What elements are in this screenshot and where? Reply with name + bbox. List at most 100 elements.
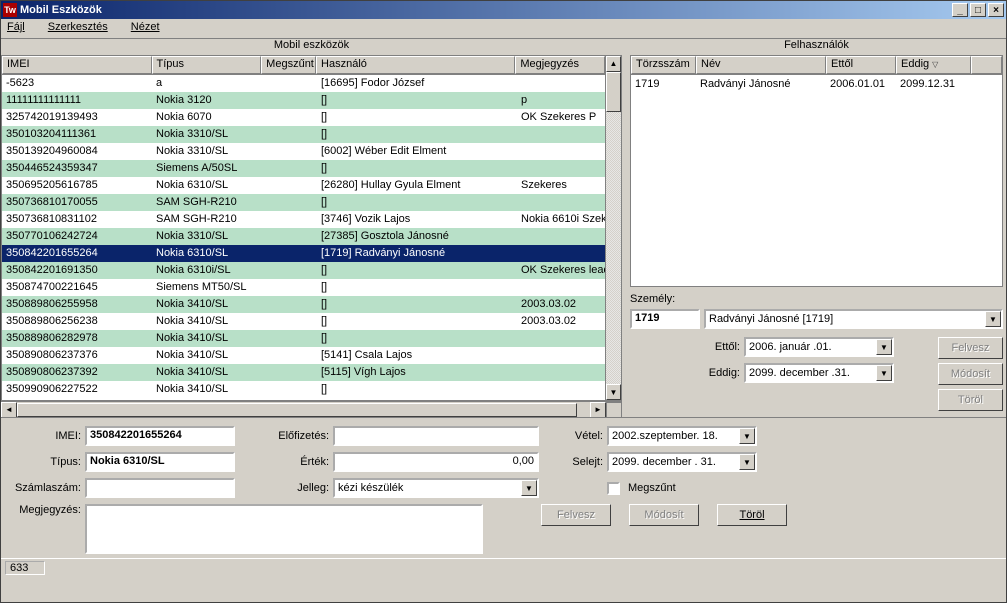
scroll-left-icon[interactable]: ◄ xyxy=(1,402,17,418)
col-from[interactable]: Ettől xyxy=(826,56,896,74)
cell-note: 2003.03.02 xyxy=(517,298,607,310)
note-label: Megjegyzés: xyxy=(11,504,81,516)
devices-hscroll[interactable]: ◄ ► xyxy=(1,401,622,417)
imei-label: IMEI: xyxy=(11,430,81,442)
table-row[interactable]: 350695205616785Nokia 6310/SL[26280] Hull… xyxy=(2,177,621,194)
cell-type: Nokia 3410/SL xyxy=(152,298,262,310)
cell-note: OK Szekeres P xyxy=(517,111,607,123)
menu-edit[interactable]: Szerkesztés xyxy=(48,21,118,33)
to-date-field[interactable]: 2099. december .31. ▼ xyxy=(744,363,894,383)
chevron-down-icon[interactable]: ▼ xyxy=(985,311,1001,327)
person-name-dropdown[interactable]: Radványi Jánosné [1719] ▼ xyxy=(704,309,1003,329)
table-row[interactable]: 350103204111361Nokia 3310/SL[] xyxy=(2,126,621,143)
person-name-value: Radványi Jánosné [1719] xyxy=(706,311,985,327)
devices-grid[interactable]: IMEI Típus Megszűnt Használó Megjegyzés … xyxy=(1,55,622,401)
col-blank xyxy=(971,56,1002,74)
buy-date-field[interactable]: 2002.szeptember. 18. ▼ xyxy=(607,426,757,446)
col-disc[interactable]: Megszűnt xyxy=(261,56,316,74)
buy-label: Vétel: xyxy=(543,430,603,442)
table-row[interactable]: 350874700221645Siemens MT50/SL[] xyxy=(2,279,621,296)
chevron-down-icon[interactable]: ▼ xyxy=(521,480,537,496)
table-row[interactable]: 350842201655264Nokia 6310/SL[1719] Radvá… xyxy=(2,245,621,262)
col-type[interactable]: Típus xyxy=(152,56,262,74)
table-row[interactable]: 1719Radványi Jánosné2006.01.012099.12.31 xyxy=(631,75,1002,92)
detail-add-button[interactable]: Felvesz xyxy=(541,504,611,526)
scroll-thumb[interactable] xyxy=(606,72,621,112)
table-row[interactable]: 350990906227522Nokia 3410/SL[] xyxy=(2,381,621,398)
cell-imei: 325742019139493 xyxy=(2,111,152,123)
maximize-button[interactable]: □ xyxy=(970,3,986,17)
user-modify-button[interactable]: Módosít xyxy=(938,363,1003,385)
from-date-value: 2006. január .01. xyxy=(746,339,876,355)
col-imei[interactable]: IMEI xyxy=(2,56,152,74)
table-row[interactable]: 350842201691350Nokia 6310i/SL[]OK Szeker… xyxy=(2,262,621,279)
cell-user: [5141] Csala Lajos xyxy=(317,349,517,361)
devices-grid-header: IMEI Típus Megszűnt Használó Megjegyzés xyxy=(2,56,621,75)
acct-field[interactable] xyxy=(85,478,235,498)
table-row[interactable]: 350770106242724Nokia 3310/SL[27385] Gosz… xyxy=(2,228,621,245)
imei-field[interactable]: 350842201655264 xyxy=(85,426,235,446)
table-row[interactable]: 350890806237376Nokia 3410/SL[5141] Csala… xyxy=(2,347,621,364)
from-date-field[interactable]: 2006. január .01. ▼ xyxy=(744,337,894,357)
type-field[interactable]: Nokia 6310/SL xyxy=(85,452,235,472)
disc-checkbox[interactable] xyxy=(607,482,620,495)
cell-to: 2099.12.31 xyxy=(896,78,971,90)
table-row[interactable]: 350139204960084Nokia 3310/SL[6002] Wéber… xyxy=(2,143,621,160)
table-row[interactable]: 350890806237392Nokia 3410/SL[5115] Vígh … xyxy=(2,364,621,381)
titlebar: Tw Mobil Eszközök _ □ × xyxy=(1,1,1006,19)
val-label: Érték: xyxy=(239,456,329,468)
cell-imei: 350103204111361 xyxy=(2,128,152,140)
table-row[interactable]: 350446524359347Siemens A/50SL[] xyxy=(2,160,621,177)
cell-user: [] xyxy=(317,111,517,123)
user-add-button[interactable]: Felvesz xyxy=(938,337,1003,359)
left-pane: Mobil eszközök IMEI Típus Megszűnt Haszn… xyxy=(1,39,622,417)
scrap-date-field[interactable]: 2099. december . 31. ▼ xyxy=(607,452,757,472)
cell-user: [] xyxy=(317,128,517,140)
hscroll-thumb[interactable] xyxy=(17,403,577,417)
kind-value: kézi készülék xyxy=(335,480,521,496)
table-row[interactable]: 325742019139493Nokia 6070[]OK Szekeres P xyxy=(2,109,621,126)
close-button[interactable]: × xyxy=(988,3,1004,17)
table-row[interactable]: 350889806256238Nokia 3410/SL[]2003.03.02 xyxy=(2,313,621,330)
val-field[interactable]: 0,00 xyxy=(333,452,539,472)
cell-imei: -5623 xyxy=(2,77,152,89)
table-row[interactable]: 350736810170055SAM SGH-R210[] xyxy=(2,194,621,211)
col-to[interactable]: Eddig▽ xyxy=(896,56,971,74)
sub-field[interactable] xyxy=(333,426,539,446)
note-field[interactable] xyxy=(85,504,483,554)
detail-modify-button[interactable]: Módosít xyxy=(629,504,699,526)
detail-delete-button[interactable]: Töröl xyxy=(717,504,787,526)
table-row[interactable]: -5623a[16695] Fodor József xyxy=(2,75,621,92)
table-row[interactable]: 11111111111111Nokia 3120[]p xyxy=(2,92,621,109)
devices-vscroll[interactable]: ▲ ▼ xyxy=(605,56,621,400)
cell-imei: 350770106242724 xyxy=(2,230,152,242)
chevron-down-icon[interactable]: ▼ xyxy=(876,339,892,355)
devices-grid-body[interactable]: -5623a[16695] Fodor József11111111111111… xyxy=(2,75,621,400)
buy-date-value: 2002.szeptember. 18. xyxy=(609,428,739,444)
table-row[interactable]: 350736810831102SAM SGH-R210[3746] Vozik … xyxy=(2,211,621,228)
scroll-up-icon[interactable]: ▲ xyxy=(606,56,621,72)
user-delete-button[interactable]: Töröl xyxy=(938,389,1003,411)
col-id[interactable]: Törzsszám xyxy=(631,56,696,74)
users-grid-body[interactable]: 1719Radványi Jánosné2006.01.012099.12.31 xyxy=(631,75,1002,286)
col-note[interactable]: Megjegyzés xyxy=(515,56,605,74)
kind-dropdown[interactable]: kézi készülék ▼ xyxy=(333,478,539,498)
minimize-button[interactable]: _ xyxy=(952,3,968,17)
chevron-down-icon[interactable]: ▼ xyxy=(739,428,755,444)
scrap-label: Selejt: xyxy=(543,456,603,468)
chevron-down-icon[interactable]: ▼ xyxy=(739,454,755,470)
menu-file[interactable]: Fájl xyxy=(7,21,35,33)
col-name[interactable]: Név xyxy=(696,56,826,74)
users-grid[interactable]: Törzsszám Név Ettől Eddig▽ 1719Radványi … xyxy=(630,55,1003,287)
menu-view[interactable]: Nézet xyxy=(131,21,170,33)
scroll-right-icon[interactable]: ► xyxy=(590,402,606,418)
cell-user: [] xyxy=(317,383,517,395)
chevron-down-icon[interactable]: ▼ xyxy=(876,365,892,381)
person-id-field[interactable]: 1719 xyxy=(630,309,700,329)
table-row[interactable]: 350889806255958Nokia 3410/SL[]2003.03.02 xyxy=(2,296,621,313)
cell-imei: 350889806255958 xyxy=(2,298,152,310)
cell-type: Nokia 6310/SL xyxy=(152,179,262,191)
table-row[interactable]: 350889806282978Nokia 3410/SL[] xyxy=(2,330,621,347)
scroll-down-icon[interactable]: ▼ xyxy=(606,384,621,400)
col-user[interactable]: Használó xyxy=(316,56,515,74)
